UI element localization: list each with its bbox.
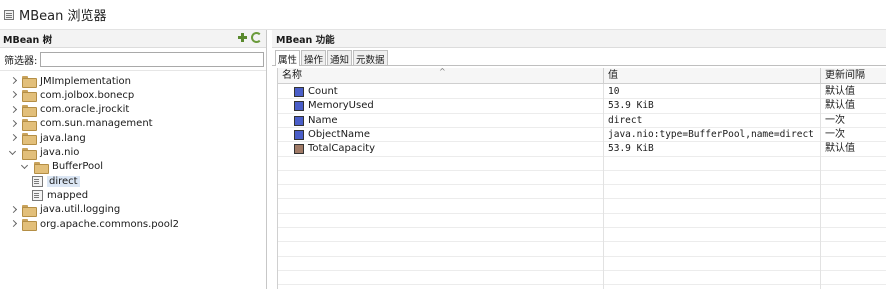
tab-notifications[interactable]: 通知 — [327, 50, 353, 66]
tree-item[interactable]: com.oracle.jrockit — [8, 103, 129, 117]
attribute-icon — [294, 87, 304, 97]
folder-icon — [22, 147, 37, 160]
tree-item[interactable]: mapped — [32, 188, 88, 202]
folder-icon — [22, 133, 37, 146]
mbean-icon — [32, 189, 43, 201]
attribute-update-interval[interactable]: 一次 — [821, 114, 886, 128]
folder-icon — [22, 104, 37, 117]
attribute-name: TotalCapacity — [308, 143, 376, 155]
tree-item[interactable]: com.sun.management — [8, 117, 153, 131]
column-header-value[interactable]: 值 — [604, 68, 821, 84]
folder-icon — [34, 161, 49, 174]
attribute-value: 53.9 KiB — [604, 99, 821, 114]
table-row[interactable]: ObjectName java.nio:type=BufferPool,name=… — [278, 127, 886, 142]
tree-item[interactable]: org.apache.commons.pool2 — [8, 217, 179, 231]
tree-item[interactable]: java.util.logging — [8, 203, 120, 217]
tree-item-label: java.nio — [40, 147, 80, 158]
mbean-tree-title: MBean 树 — [3, 34, 53, 46]
attribute-name: ObjectName — [308, 128, 371, 140]
chevron-right-icon[interactable] — [8, 205, 18, 215]
tab-attributes[interactable]: 属性 — [275, 50, 301, 66]
tab-metadata[interactable]: 元数据 — [353, 50, 388, 66]
attribute-update-interval[interactable]: 默认值 — [821, 99, 886, 113]
tree-item-label: org.apache.commons.pool2 — [40, 218, 180, 230]
tree-item-label: BufferPool — [52, 161, 104, 173]
mbean-browser-icon — [4, 9, 14, 20]
chevron-down-icon[interactable] — [8, 148, 18, 158]
feature-tabs: 属性 操作 通知 元数据 — [272, 48, 886, 66]
chevron-right-icon[interactable] — [8, 105, 18, 115]
tree-item-label: mapped — [47, 189, 89, 201]
attribute-update-interval[interactable]: 一次 — [821, 128, 886, 142]
attribute-value: 53.9 KiB — [604, 142, 821, 157]
mbean-features-title: MBean 功能 — [276, 34, 335, 46]
chevron-right-icon[interactable] — [8, 119, 18, 129]
table-header: 名称 ^ 值 更新间隔 — [278, 67, 886, 84]
attribute-icon — [294, 101, 304, 112]
folder-icon — [22, 76, 37, 88]
attribute-name: MemoryUsed — [308, 100, 374, 112]
table-row[interactable]: MemoryUsed 53.9 KiB 默认值 — [278, 99, 886, 114]
refresh-icon[interactable] — [251, 32, 262, 43]
tree-item-label: java.lang — [40, 132, 86, 144]
chevron-right-icon[interactable] — [8, 90, 18, 100]
mbean-tree-header: MBean 树 — [0, 30, 266, 48]
chevron-right-icon[interactable] — [8, 76, 18, 86]
attribute-value: java.nio:type=BufferPool,name=direct — [604, 127, 821, 142]
mbean-tree-panel: MBean 树 筛选器: JMImplementation com.jolbox.… — [0, 30, 267, 289]
tree-item-label: com.sun.management — [40, 118, 153, 130]
table-row[interactable]: Count 10 默认值 — [278, 85, 886, 99]
add-icon[interactable] — [237, 32, 248, 43]
attribute-value: direct — [604, 113, 821, 128]
tab-operations[interactable]: 操作 — [301, 50, 327, 66]
mbean-features-panel: MBean 功能 属性 操作 通知 元数据 名称 ^ 值 更新间隔 Count 10 默认… — [272, 30, 886, 289]
attribute-update-interval[interactable]: 默认值 — [821, 142, 886, 156]
filter-row: 筛选器: — [0, 50, 266, 69]
chevron-down-icon[interactable] — [20, 162, 30, 172]
sort-ascending-icon: ^ — [439, 67, 446, 76]
tree-item[interactable]: java.nio — [8, 146, 79, 160]
attribute-name: Count — [308, 86, 338, 97]
tree-item[interactable]: com.jolbox.bonecp — [8, 88, 135, 103]
filter-input[interactable] — [40, 52, 265, 67]
column-header-update-interval[interactable]: 更新间隔 — [821, 68, 886, 84]
tree-item-label: JMImplementation — [40, 75, 131, 87]
attributes-table: 名称 ^ 值 更新间隔 Count 10 默认值 MemoryUsed 53.9 KiB… — [277, 67, 886, 289]
folder-icon — [22, 118, 37, 131]
mbean-features-header: MBean 功能 — [272, 30, 886, 48]
folder-icon — [22, 90, 37, 103]
tree-item[interactable]: java.lang — [8, 131, 86, 146]
tree-item-label: com.oracle.jrockit — [40, 104, 130, 116]
filter-label: 筛选器: — [4, 56, 38, 67]
table-row[interactable]: TotalCapacity 53.9 KiB 默认值 — [278, 142, 886, 157]
tree-item-label: com.jolbox.bonecp — [40, 89, 135, 101]
window-title: MBean 浏览器 — [19, 9, 107, 24]
mbean-tree: JMImplementation com.jolbox.bonecp com.ora… — [0, 70, 266, 289]
folder-icon — [22, 219, 37, 231]
tree-item[interactable]: direct — [32, 174, 80, 188]
tree-item-label: java.util.logging — [40, 204, 121, 216]
attribute-icon — [294, 144, 304, 155]
mbean-icon — [32, 175, 43, 187]
window-titlebar: MBean 浏览器 — [0, 0, 886, 30]
tree-item[interactable]: JMImplementation — [8, 74, 131, 88]
attribute-update-interval[interactable]: 默认值 — [821, 85, 886, 99]
tree-item[interactable]: BufferPool — [20, 160, 103, 174]
chevron-right-icon[interactable] — [8, 133, 18, 143]
attribute-icon — [294, 115, 304, 126]
tree-item-label: direct — [47, 175, 80, 187]
attribute-value: 10 — [604, 85, 821, 99]
attribute-name: Name — [308, 114, 338, 126]
folder-icon — [22, 204, 37, 217]
attribute-icon — [294, 129, 304, 140]
table-row[interactable]: Name direct 一次 — [278, 113, 886, 128]
chevron-right-icon[interactable] — [8, 219, 18, 229]
